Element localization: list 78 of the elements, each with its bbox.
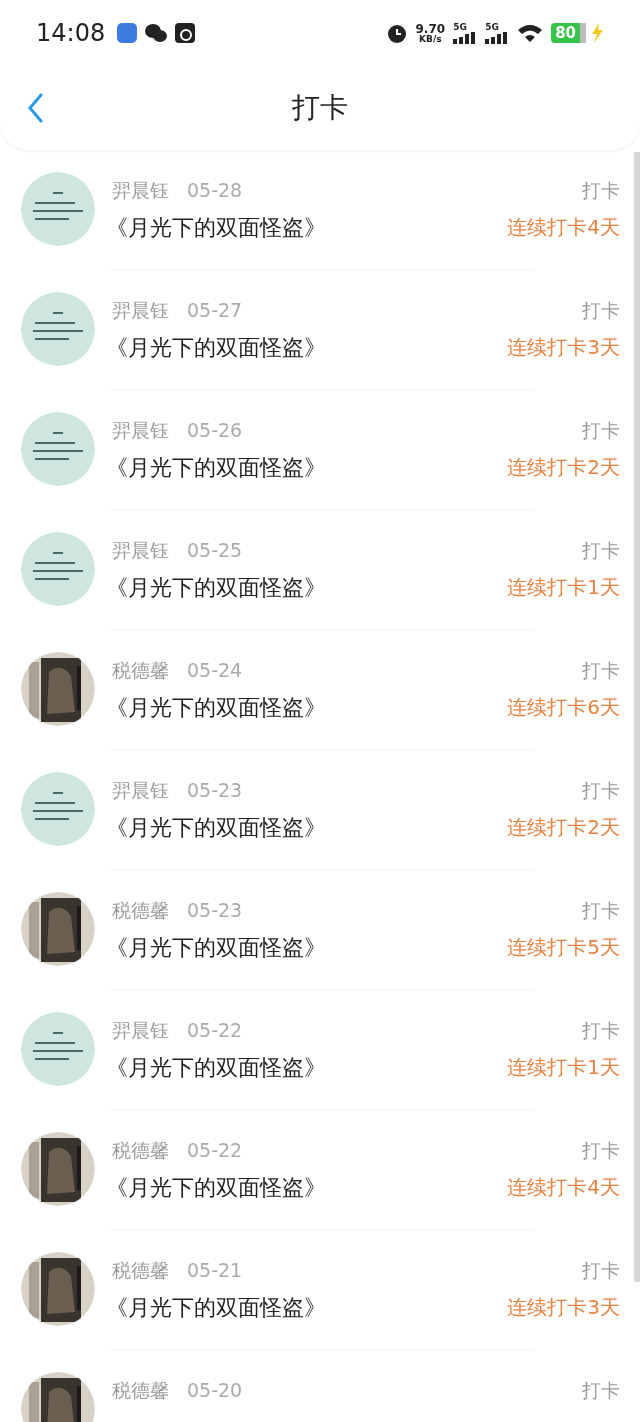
user-name: 税德馨: [112, 1377, 169, 1403]
book-title: 《月光下的双面怪盗》: [106, 1173, 326, 1202]
user-name: 税德馨: [112, 657, 169, 683]
checkin-item[interactable]: 税德馨 05-23 打卡 《月光下的双面怪盗》 连续打卡5天: [0, 870, 634, 990]
checkin-label: 打卡: [582, 1257, 620, 1283]
page-title: 打卡: [292, 90, 348, 126]
network-type: 5G: [453, 22, 468, 32]
checkin-label: 打卡: [582, 1017, 620, 1043]
checkin-date: 05-24: [187, 657, 243, 683]
checkin-item[interactable]: 羿晨钰 05-22 打卡 《月光下的双面怪盗》 连续打卡1天: [0, 990, 634, 1110]
user-name: 羿晨钰: [112, 177, 169, 203]
charging-icon: [590, 23, 604, 43]
checkin-item[interactable]: 羿晨钰 05-23 打卡 《月光下的双面怪盗》 连续打卡2天: [0, 750, 634, 870]
checkin-label: 打卡: [582, 297, 620, 323]
checkin-date: 05-26: [187, 417, 243, 443]
back-icon: [27, 93, 43, 123]
checkin-date: 05-27: [187, 297, 243, 323]
checkin-item[interactable]: 税德馨 05-22 打卡 《月光下的双面怪盗》 连续打卡4天: [0, 1110, 634, 1230]
streak-text: 连续打卡4天: [507, 1174, 620, 1201]
checkin-label: 打卡: [582, 777, 620, 803]
user-name: 羿晨钰: [112, 777, 169, 803]
checkin-label: 打卡: [582, 537, 620, 563]
checkin-item[interactable]: 羿晨钰 05-26 打卡 《月光下的双面怪盗》 连续打卡2天: [0, 390, 634, 510]
user-name: 羿晨钰: [112, 297, 169, 323]
book-title: 《月光下的双面怪盗》: [106, 693, 326, 722]
signal-icon: [485, 31, 510, 44]
streak-text: 连续打卡1天: [507, 1054, 620, 1081]
checkin-date: 05-21: [187, 1257, 243, 1283]
checkin-item[interactable]: 羿晨钰 05-28 打卡 《月光下的双面怪盗》 连续打卡4天: [0, 150, 634, 270]
checkin-date: 05-22: [187, 1017, 243, 1043]
checkin-item[interactable]: 羿晨钰 05-27 打卡 《月光下的双面怪盗》 连续打卡3天: [0, 270, 634, 390]
book-title: 《月光下的双面怪盗》: [106, 453, 326, 482]
checkin-date: 05-22: [187, 1137, 243, 1163]
streak-text: 连续打卡6天: [507, 694, 620, 721]
book-title: 《月光下的双面怪盗》: [106, 333, 326, 362]
wifi-icon: [517, 23, 544, 43]
user-name: 羿晨钰: [112, 417, 169, 443]
checkin-date: 05-28: [187, 177, 243, 203]
checkin-label: 打卡: [582, 417, 620, 443]
speed-unit: KB/s: [419, 34, 442, 44]
user-name: 羿晨钰: [112, 1017, 169, 1043]
checkin-date: 05-20: [187, 1377, 243, 1403]
streak-text: 连续打卡2天: [507, 454, 620, 481]
checkin-label: 打卡: [582, 177, 620, 203]
streak-text: 连续打卡3天: [507, 1294, 620, 1321]
checkin-item[interactable]: 税德馨 05-21 打卡 《月光下的双面怪盗》 连续打卡3天: [0, 1230, 634, 1350]
status-time: 14:08: [36, 18, 106, 49]
chat-icon: [145, 23, 168, 43]
checkin-item[interactable]: 税德馨 05-24 打卡 《月光下的双面怪盗》 连续打卡6天: [0, 630, 634, 750]
streak-text: 连续打卡2天: [507, 814, 620, 841]
checkin-label: 打卡: [582, 1377, 620, 1403]
streak-text: 连续打卡3天: [507, 334, 620, 361]
network-speed: 9.70: [415, 22, 446, 35]
book-title: 《月光下的双面怪盗》: [106, 1053, 326, 1082]
checkin-item[interactable]: 羿晨钰 05-25 打卡 《月光下的双面怪盗》 连续打卡1天: [0, 510, 634, 630]
checkin-label: 打卡: [582, 897, 620, 923]
checkin-label: 打卡: [582, 1137, 620, 1163]
user-name: 税德馨: [112, 897, 169, 923]
checkin-date: 05-25: [187, 537, 243, 563]
book-title: 《月光下的双面怪盗》: [106, 573, 326, 602]
user-name: 税德馨: [112, 1257, 169, 1283]
network-type: 5G: [485, 22, 500, 32]
alarm-icon: [385, 22, 408, 44]
book-title: 《月光下的双面怪盗》: [106, 213, 326, 242]
streak-text: 连续打卡1天: [507, 574, 620, 601]
user-name: 税德馨: [112, 1137, 169, 1163]
browser-app-icon: [117, 23, 138, 43]
user-name: 羿晨钰: [112, 537, 169, 563]
book-title: 《月光下的双面怪盗》: [106, 813, 326, 842]
battery-level: 80: [551, 23, 586, 43]
streak-text: 连续打卡5天: [507, 934, 620, 961]
signal-icon: [453, 31, 478, 44]
book-title: 《月光下的双面怪盗》: [106, 1293, 326, 1322]
checkin-date: 05-23: [187, 777, 243, 803]
checkin-date: 05-23: [187, 897, 243, 923]
checkin-label: 打卡: [582, 657, 620, 683]
book-title: 《月光下的双面怪盗》: [106, 933, 326, 962]
streak-text: 连续打卡4天: [507, 214, 620, 241]
